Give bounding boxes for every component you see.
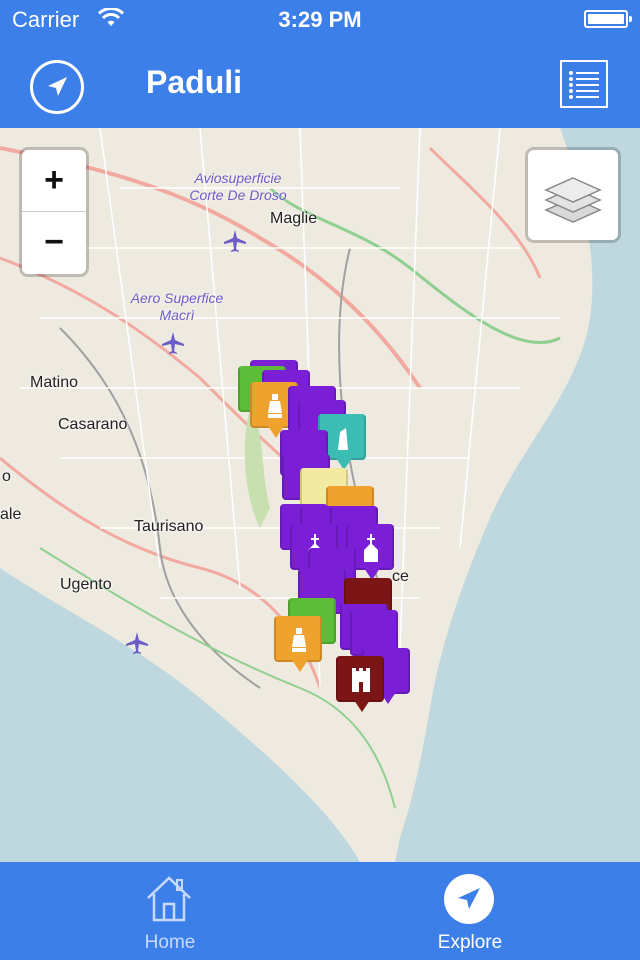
tab-explore[interactable]: Explore	[310, 862, 630, 960]
airport-icon	[126, 632, 148, 654]
page-title: Paduli	[146, 64, 243, 100]
town-label-partial-o: o	[2, 468, 11, 485]
poi-marker-castle[interactable]	[336, 656, 384, 712]
tab-home[interactable]: Home	[10, 862, 330, 960]
airfield-label-macri: Aero Superfice Macrì	[130, 290, 224, 323]
layers-icon	[544, 177, 602, 223]
layers-button[interactable]	[528, 150, 618, 240]
town-label-matino: Matino	[30, 374, 79, 391]
tab-home-label: Home	[144, 932, 196, 953]
town-label-partial-ale: ale	[0, 506, 22, 523]
poi-marker-monument[interactable]	[274, 616, 322, 672]
airport-icon	[162, 332, 184, 354]
status-bar: Carrier 3:29 PM	[0, 0, 640, 40]
town-label-maglie: Maglie	[270, 210, 318, 227]
airport-icon	[224, 230, 246, 252]
town-label-ugento: Ugento	[60, 576, 112, 593]
tab-bar: Home Explore	[0, 862, 640, 960]
map-view[interactable]: Maglie Matino Casarano Taurisano Ugento …	[0, 128, 640, 862]
airfield-label-corte: Aviosuperficie Corte De Droso	[189, 170, 287, 203]
town-label-partial-ce: ce	[392, 568, 409, 585]
tab-explore-label: Explore	[437, 932, 503, 953]
clock: 3:29 PM	[278, 7, 362, 32]
zoom-out-button[interactable]: −	[22, 212, 86, 273]
home-icon	[147, 876, 191, 922]
battery-icon	[584, 10, 632, 28]
nav-bar: Paduli	[0, 40, 640, 128]
town-label-casarano: Casarano	[58, 416, 128, 433]
location-arrow-icon[interactable]	[30, 60, 84, 114]
town-label-taurisano: Taurisano	[134, 518, 204, 535]
zoom-control: + −	[22, 150, 86, 274]
explore-arrow-icon	[444, 874, 494, 924]
zoom-in-button[interactable]: +	[22, 150, 86, 211]
list-menu-icon[interactable]	[560, 60, 608, 108]
